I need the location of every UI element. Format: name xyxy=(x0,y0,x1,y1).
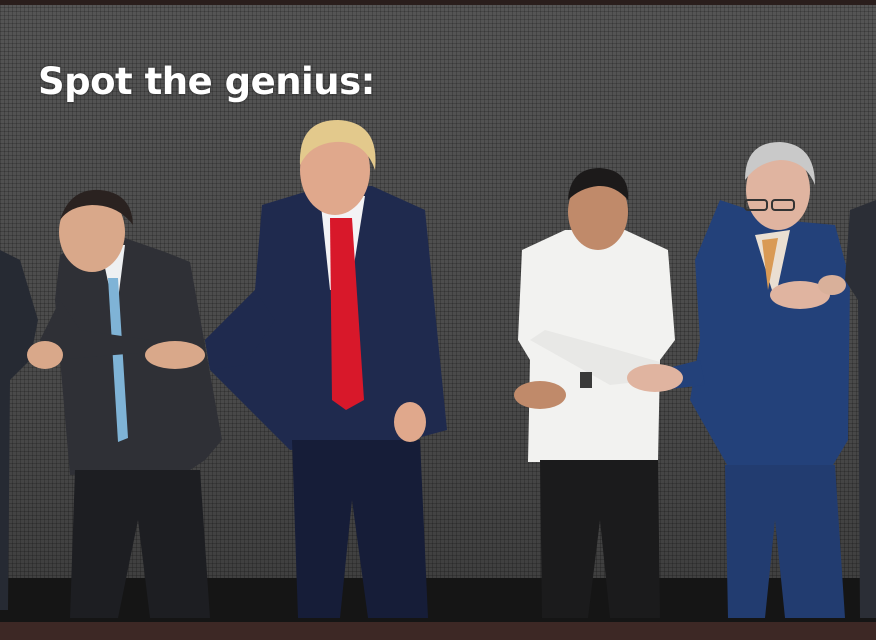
person-dark-suit xyxy=(27,189,222,618)
photo: Spot the genius: xyxy=(0,0,876,640)
person-white-shirt xyxy=(514,168,675,618)
meme-caption: Spot the genius: xyxy=(38,60,375,103)
person-blue-suit xyxy=(627,142,850,618)
person-navy-suit-red-tie xyxy=(205,120,447,618)
person-far-left xyxy=(0,250,38,610)
